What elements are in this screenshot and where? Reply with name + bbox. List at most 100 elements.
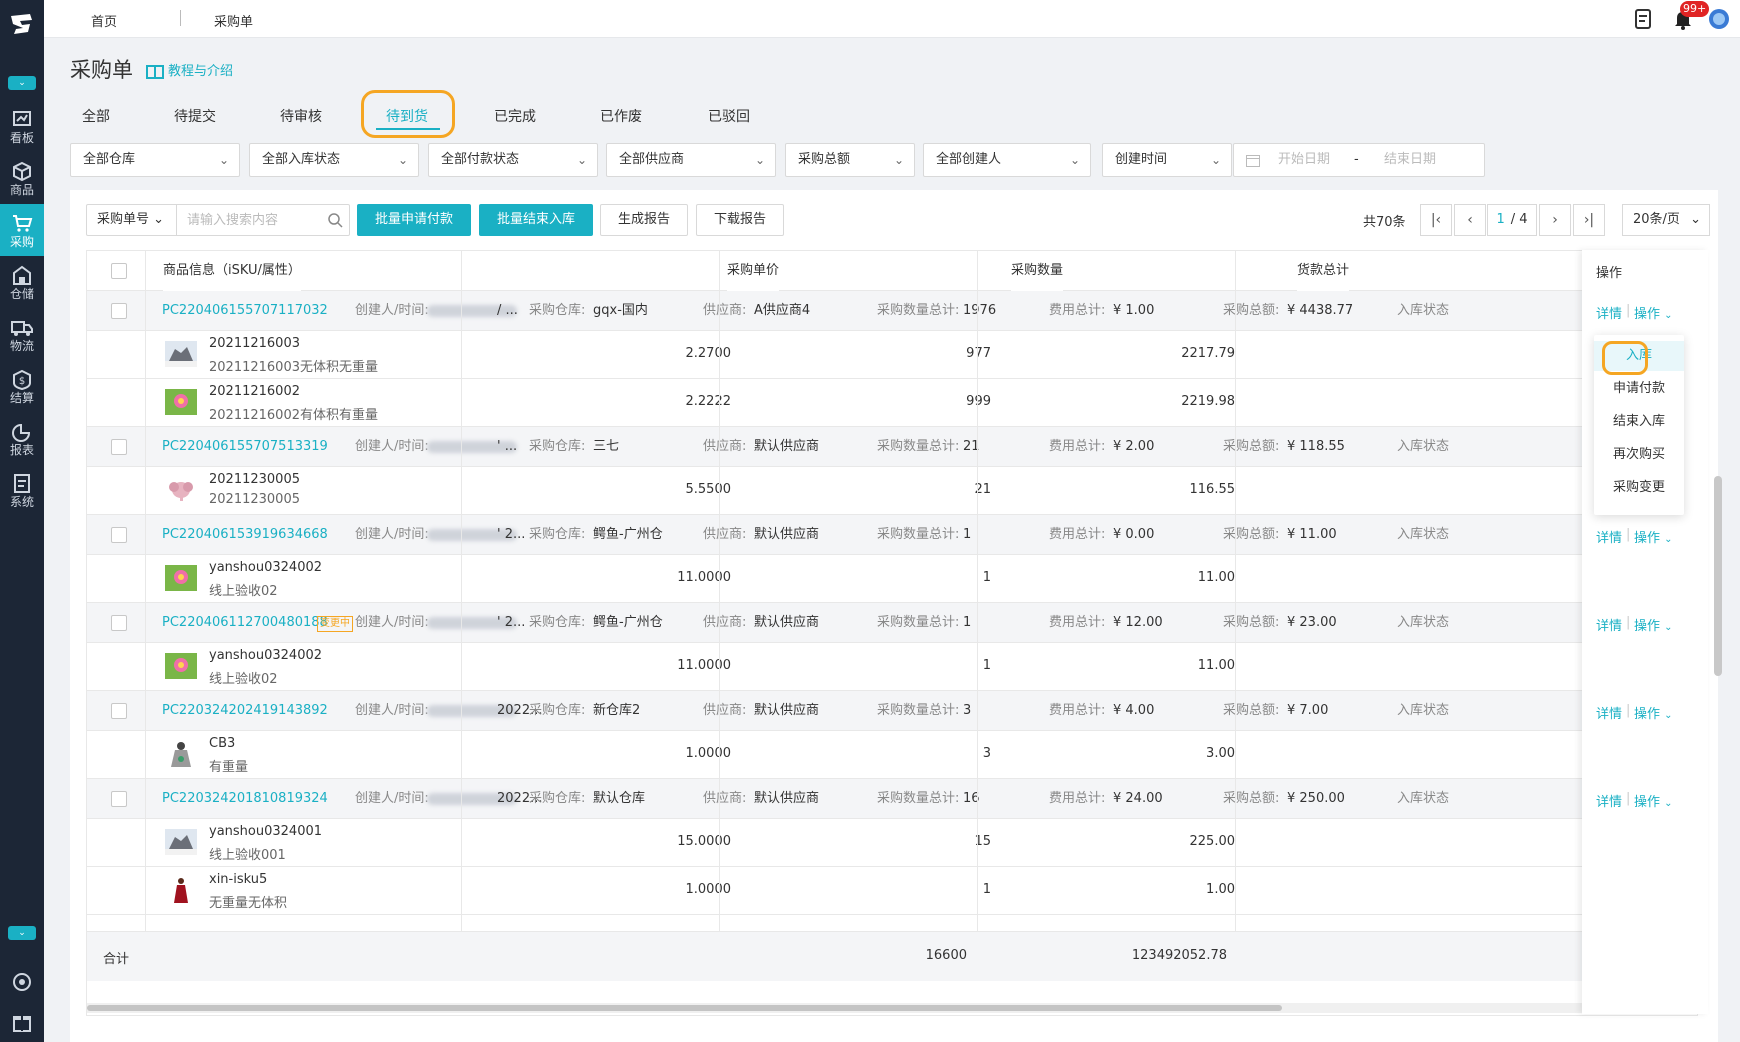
order-id-link[interactable]: PC220406155707117032 — [162, 291, 328, 331]
order-id-link[interactable]: PC220406155707513319 — [162, 427, 328, 467]
chevron-down-icon: ⌄ — [1664, 534, 1673, 545]
detail-link[interactable]: 详情 — [1596, 791, 1622, 810]
date-range-picker[interactable]: 开始日期 - 结束日期 — [1233, 143, 1485, 177]
sidebar-item-system[interactable]: 系统 — [0, 464, 44, 516]
horizontal-scrollbar[interactable] — [87, 1003, 1697, 1013]
totals-label: 合计 — [103, 952, 130, 967]
sidebar-item-dashboard[interactable]: 看板 — [0, 100, 44, 152]
order-id-link[interactable]: PC220406112700480188 — [162, 603, 328, 643]
batch-finish-inbound-button[interactable]: 批量结束入库 — [479, 204, 593, 236]
product-thumbnail[interactable] — [165, 477, 197, 503]
sidebar-item-truck[interactable]: 物流 — [0, 308, 44, 360]
last-page-icon[interactable]: ›| — [1573, 204, 1605, 236]
select-all-checkbox[interactable] — [111, 263, 127, 279]
creator-filter[interactable]: 全部创建人 ⌄ — [923, 143, 1091, 177]
inbound-status-filter[interactable]: 全部入库状态 ⌄ — [249, 143, 419, 177]
horizontal-scrollbar-thumb[interactable] — [87, 1005, 1282, 1011]
user-avatar[interactable] — [1708, 8, 1730, 30]
tab-rejected[interactable]: 已驳回 — [708, 106, 750, 126]
tab-pending-review[interactable]: 待审核 — [280, 106, 322, 126]
batch-request-payment-button[interactable]: 批量申请付款 — [357, 204, 471, 236]
fee-total-label: 费用总计: — [1049, 615, 1106, 630]
product-thumbnail[interactable] — [165, 653, 197, 679]
product-thumbnail[interactable] — [165, 741, 197, 767]
order-fee-total: ¥ 0.00 — [1113, 527, 1155, 542]
order-checkbox[interactable] — [111, 439, 127, 455]
operation-menu-trigger[interactable]: 操作 ⌄ — [1634, 615, 1673, 634]
generate-report-button[interactable]: 生成报告 — [600, 204, 688, 236]
product-thumbnail[interactable] — [165, 389, 197, 415]
time-type-filter[interactable]: 创建时间 ⌄ — [1102, 143, 1232, 177]
order-checkbox[interactable] — [111, 303, 127, 319]
menu-item-request-payment[interactable]: 申请付款 — [1594, 374, 1684, 404]
item-qty: 1 — [982, 882, 991, 897]
breadcrumb-home[interactable]: 首页 — [91, 11, 117, 30]
item-attribute: 线上验收001 — [209, 848, 286, 863]
sidebar-item-cube[interactable]: 商品 — [0, 152, 44, 204]
order-checkbox[interactable] — [111, 527, 127, 543]
gift-icon[interactable] — [10, 1010, 34, 1034]
product-thumbnail[interactable] — [165, 877, 197, 903]
tab-completed[interactable]: 已完成 — [494, 106, 536, 126]
download-report-button[interactable]: 下载报告 — [696, 204, 784, 236]
detail-link[interactable]: 详情 — [1596, 303, 1622, 322]
support-headset-icon[interactable] — [10, 970, 34, 994]
creator-label: 创建人/时间: — [355, 303, 429, 318]
product-thumbnail[interactable] — [165, 565, 197, 591]
next-page-icon[interactable]: › — [1539, 204, 1571, 236]
supplier-filter[interactable]: 全部供应商 ⌄ — [606, 143, 776, 177]
order-checkbox[interactable] — [111, 703, 127, 719]
sidebar-expand-chevron-icon[interactable]: ⌄ — [8, 926, 36, 940]
detail-link[interactable]: 详情 — [1596, 527, 1622, 546]
operation-menu-trigger[interactable]: 操作 ⌄ — [1634, 527, 1673, 546]
tab-voided[interactable]: 已作废 — [600, 106, 642, 126]
purchase-order-table: 商品信息（iSKU/属性） 采购单价 采购数量 货款总计 PC220406155… — [86, 250, 1698, 1016]
product-thumbnail[interactable] — [165, 341, 197, 367]
product-thumbnail[interactable] — [165, 829, 197, 855]
item-qty: 3 — [982, 746, 991, 761]
order-checkbox[interactable] — [111, 791, 127, 807]
total-amount-filter[interactable]: 采购总额 ⌄ — [785, 143, 915, 177]
menu-item-purchase-change[interactable]: 采购变更 — [1594, 473, 1684, 503]
sidebar-item-warehouse[interactable]: 仓储 — [0, 256, 44, 308]
operation-menu-trigger[interactable]: 操作 ⌄ — [1634, 303, 1673, 322]
sidebar-collapse-chevron-icon[interactable]: ⌄ — [8, 76, 36, 90]
menu-item-rebuy[interactable]: 再次购买 — [1594, 440, 1684, 470]
order-id-link[interactable]: PC220324202419143892 — [162, 691, 328, 731]
task-list-icon[interactable] — [1632, 8, 1654, 30]
operation-menu-trigger[interactable]: 操作 ⌄ — [1634, 703, 1673, 722]
detail-link[interactable]: 详情 — [1596, 703, 1622, 722]
pie-chart-icon — [12, 423, 31, 442]
breadcrumb-purchase-order[interactable]: 采购单 — [214, 11, 253, 30]
search-icon[interactable] — [327, 212, 343, 228]
chevron-down-icon: ⌄ — [1664, 710, 1673, 721]
payment-status-filter[interactable]: 全部付款状态 ⌄ — [428, 143, 598, 177]
first-page-icon[interactable]: |‹ — [1420, 204, 1452, 236]
tab-awaiting-arrival[interactable]: 待到货 — [386, 106, 428, 126]
current-page[interactable]: 1 / 4 — [1487, 204, 1537, 236]
menu-item-finish-inbound[interactable]: 结束入库 — [1594, 407, 1684, 437]
warehouse-filter-value: 全部仓库 — [83, 152, 136, 167]
sidebar-item-cart[interactable]: 采购 — [0, 204, 44, 256]
search-input[interactable] — [179, 205, 329, 235]
order-id-link[interactable]: PC220406153919634668 — [162, 515, 328, 555]
tab-pending-submit[interactable]: 待提交 — [174, 106, 216, 126]
sidebar-item-pie-chart[interactable]: 报表 — [0, 412, 44, 464]
order-id-link[interactable]: PC220324201810819324 — [162, 779, 328, 819]
vertical-scrollbar[interactable] — [1714, 476, 1722, 676]
warehouse-filter[interactable]: 全部仓库 ⌄ — [70, 143, 240, 177]
prev-page-icon[interactable]: ‹ — [1454, 204, 1486, 236]
sidebar-item-coin[interactable]: $ 结算 — [0, 360, 44, 412]
tutorial-link[interactable]: 教程与介绍 — [146, 60, 233, 79]
coin-icon: $ — [13, 369, 31, 390]
search-field-select[interactable]: 采购单号 ⌄ — [87, 205, 177, 235]
order-checkbox[interactable] — [111, 615, 127, 631]
menu-item-inbound[interactable]: 入库 — [1594, 341, 1684, 371]
creator-label: 创建人/时间: — [355, 791, 429, 806]
qty-total-label: 采购数量总计: — [877, 303, 960, 318]
page-size-select[interactable]: 20条/页 ⌄ — [1622, 204, 1710, 236]
detail-link[interactable]: 详情 — [1596, 615, 1622, 634]
operation-menu-trigger[interactable]: 操作 ⌄ — [1634, 791, 1673, 810]
tab-all[interactable]: 全部 — [82, 106, 110, 126]
amount-total-label: 采购总额: — [1223, 527, 1280, 542]
